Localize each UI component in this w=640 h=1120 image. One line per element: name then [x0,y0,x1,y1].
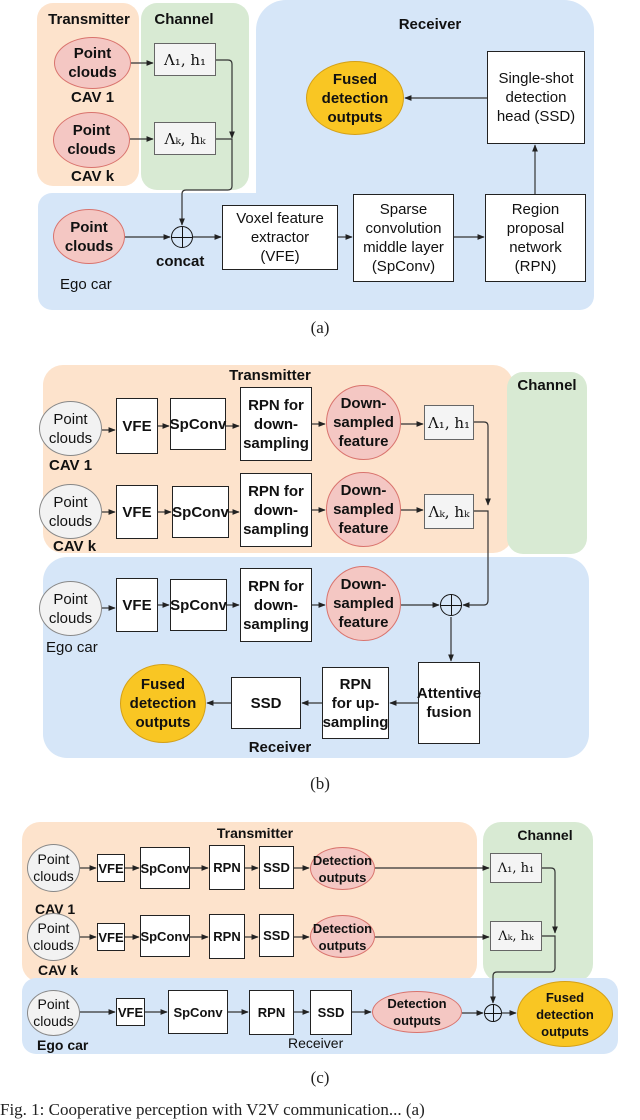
c-cav1-point-clouds: Point clouds [27,844,80,892]
c-ego-detection: Detection outputs [372,991,462,1033]
a-concat-label: concat [156,253,205,270]
c-receiver-title: Receiver [288,1035,344,1051]
a-receiver-title: Receiver [398,16,462,33]
a-cavk-point-clouds: Point clouds [53,112,130,168]
b-fusion-operator-icon [440,594,462,616]
b-cav1-rpn-down: RPN for down- sampling [240,387,312,461]
a-ego-label: Ego car [60,276,112,293]
b-cav1-point-clouds: Point clouds [39,401,102,456]
c-lambda-1: Λ₁, h₁ [490,853,542,883]
b-ego-spconv: SpConv [170,579,227,631]
c-cavk-label: CAV k [38,962,79,978]
c-ego-spconv: SpConv [168,990,228,1034]
c-caption: (c) [310,1068,330,1087]
c-cav1-vfe: VFE [97,854,125,882]
a-rpn-box: Region proposal network (RPN) [485,194,586,282]
a-concat-operator-icon [171,226,193,248]
a-transmitter-title: Transmitter [48,11,130,28]
c-cav1-spconv: SpConv [140,847,190,889]
b-cavk-rpn-down: RPN for down- sampling [240,473,312,547]
b-attentive-fusion: Attentive fusion [417,662,481,744]
c-cavk-vfe: VFE [97,923,125,951]
c-cav1-ssd: SSD [259,846,294,889]
a-caption: (a) [310,318,330,337]
c-cavk-ssd: SSD [259,914,294,957]
a-vfe-box: Voxel feature extractor (VFE) [222,205,338,270]
b-transmitter-title: Transmitter [229,367,311,384]
c-lambda-k: Λₖ, hₖ [490,921,542,951]
b-lambda-k: Λₖ, hₖ [424,494,474,529]
c-channel-region [483,822,593,982]
c-fused-output: Fused detection outputs [517,981,613,1047]
c-transmitter-region [22,822,477,982]
b-cavk-vfe: VFE [116,485,158,539]
a-channel-region [141,3,249,190]
b-cav1-spconv: SpConv [170,398,226,450]
b-cav1-label: CAV 1 [49,457,93,474]
a-ego-point-clouds: Point clouds [53,209,125,264]
b-ego-vfe: VFE [116,578,158,632]
b-ego-rpn-down: RPN for down- sampling [240,568,312,642]
b-channel-region [507,372,587,554]
b-ego-down-feature: Down- sampled feature [326,566,401,641]
a-lambda-1: Λ₁, h₁ [154,43,216,76]
b-fused-output: Fused detection outputs [120,664,206,743]
b-cavk-point-clouds: Point clouds [39,484,102,539]
b-receiver-title: Receiver [248,739,312,756]
c-ego-point-clouds: Point clouds [27,990,80,1036]
b-lambda-1: Λ₁, h₁ [424,405,474,440]
a-channel-title: Channel [154,11,214,28]
b-rpn-up: RPN for up- sampling [322,667,389,739]
c-cavk-rpn: RPN [209,914,245,959]
b-cav1-down-feature: Down- sampled feature [326,385,401,460]
b-cavk-label: CAV k [53,538,97,555]
b-caption: (b) [310,774,330,793]
a-cav1-point-clouds: Point clouds [54,37,131,89]
c-cav1-rpn: RPN [209,845,245,890]
a-fused-output: Fused detection outputs [306,61,404,135]
c-channel-title: Channel [517,827,573,843]
c-cavk-spconv: SpConv [140,915,190,957]
b-cavk-spconv: SpConv [172,486,229,538]
b-cavk-down-feature: Down- sampled feature [326,472,401,547]
figure-caption: Fig. 1: Cooperative perception with V2V … [0,1100,425,1119]
b-ego-label: Ego car [46,639,98,656]
c-ego-label: Ego car [37,1037,89,1053]
a-lambda-k: Λₖ, hₖ [154,122,216,155]
c-ego-ssd: SSD [310,990,352,1035]
a-cavk-label: CAV k [71,168,115,185]
c-ego-rpn: RPN [249,990,294,1035]
a-ssd-box: Single-shot detection head (SSD) [487,51,585,144]
b-cav1-vfe: VFE [116,398,158,454]
c-fusion-operator-icon [484,1004,502,1022]
a-spconv-box: Sparse convolution middle layer (SpConv) [353,194,454,282]
b-ssd: SSD [231,677,301,729]
c-ego-vfe: VFE [116,998,145,1026]
c-cavk-detection: Detection outputs [310,915,375,958]
c-cav1-detection: Detection outputs [310,847,375,890]
c-cavk-point-clouds: Point clouds [27,913,80,961]
b-ego-point-clouds: Point clouds [39,581,102,636]
a-cav1-label: CAV 1 [71,89,115,106]
b-channel-title: Channel [517,377,577,394]
c-transmitter-title: Transmitter [216,825,294,841]
